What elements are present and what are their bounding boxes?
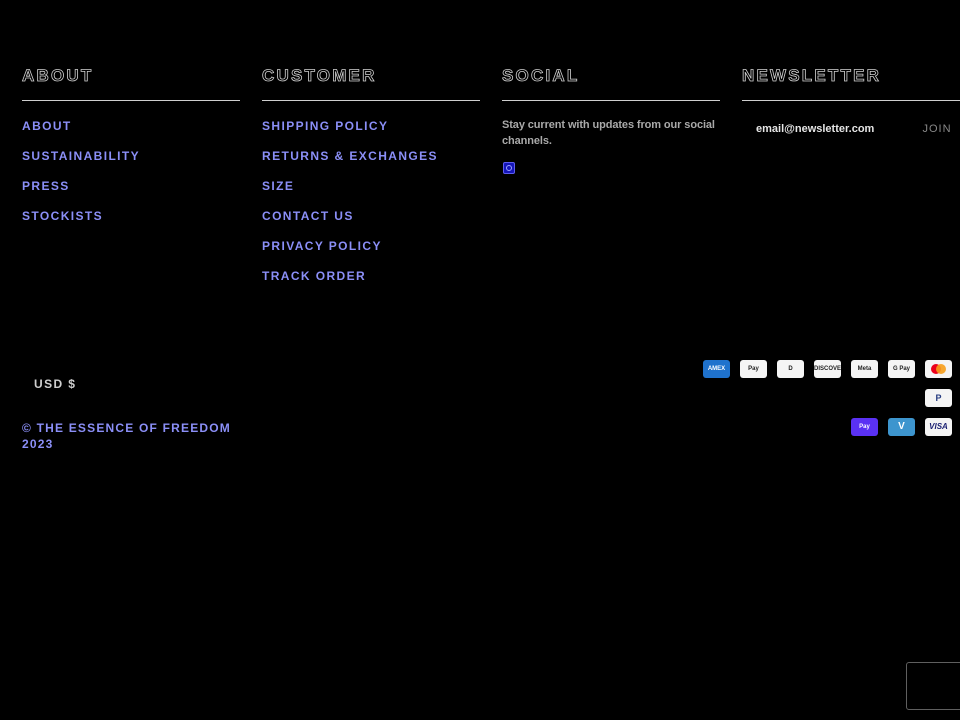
amex-icon: AMEX (703, 360, 730, 378)
mastercard-icon (925, 360, 952, 378)
footer-link-press[interactable]: PRESS (22, 180, 240, 193)
footer-link-shipping-policy[interactable]: SHIPPING POLICY (262, 120, 480, 133)
newsletter-heading: NEWSLETTER (742, 66, 882, 86)
about-heading: ABOUT (22, 66, 94, 86)
apple-pay-icon: Pay (740, 360, 767, 378)
customer-column: CUSTOMER SHIPPING POLICY RETURNS & EXCHA… (262, 66, 480, 300)
shop-pay-icon: Pay (851, 418, 878, 436)
customer-heading: CUSTOMER (262, 66, 377, 86)
visa-icon: VISA (925, 418, 952, 436)
payment-methods: AMEX Pay D DISCOVER Meta G Pay P Pay V VISA (660, 360, 952, 447)
social-description: Stay current with updates from our socia… (502, 119, 715, 147)
meta-pay-icon: Meta (851, 360, 878, 378)
newsletter-form: JOIN (742, 112, 960, 146)
diners-club-icon: D (777, 360, 804, 378)
newsletter-email-input[interactable] (742, 112, 902, 146)
footer-link-stockists[interactable]: STOCKISTS (22, 210, 240, 223)
footer-link-about[interactable]: ABOUT (22, 120, 240, 133)
divider (502, 100, 720, 101)
google-pay-icon: G Pay (888, 360, 915, 378)
currency-selector[interactable]: USD $ (34, 377, 76, 391)
social-heading: SOCIAL (502, 66, 580, 86)
instagram-icon[interactable] (503, 162, 515, 174)
chat-widget[interactable] (906, 662, 960, 710)
about-column: ABOUT ABOUT SUSTAINABILITY PRESS STOCKIS… (22, 66, 240, 240)
footer-link-track-order[interactable]: TRACK ORDER (262, 270, 480, 283)
paypal-icon: P (925, 389, 952, 407)
footer-link-sustainability[interactable]: SUSTAINABILITY (22, 150, 240, 163)
divider (262, 100, 480, 101)
social-column: SOCIAL Stay current with updates from ou… (502, 66, 720, 174)
footer-link-size[interactable]: SIZE (262, 180, 480, 193)
divider (22, 100, 240, 101)
copyright: © THE ESSENCE OF FREEDOM 2023 (22, 421, 231, 451)
venmo-icon: V (888, 418, 915, 436)
newsletter-column: NEWSLETTER JOIN (742, 66, 960, 146)
discover-icon: DISCOVER (814, 360, 841, 378)
footer-link-privacy-policy[interactable]: PRIVACY POLICY (262, 240, 480, 253)
footer-link-returns-exchanges[interactable]: RETURNS & EXCHANGES (262, 150, 480, 163)
join-button[interactable]: JOIN (914, 112, 960, 146)
footer-link-contact-us[interactable]: CONTACT US (262, 210, 480, 223)
divider (742, 100, 960, 101)
